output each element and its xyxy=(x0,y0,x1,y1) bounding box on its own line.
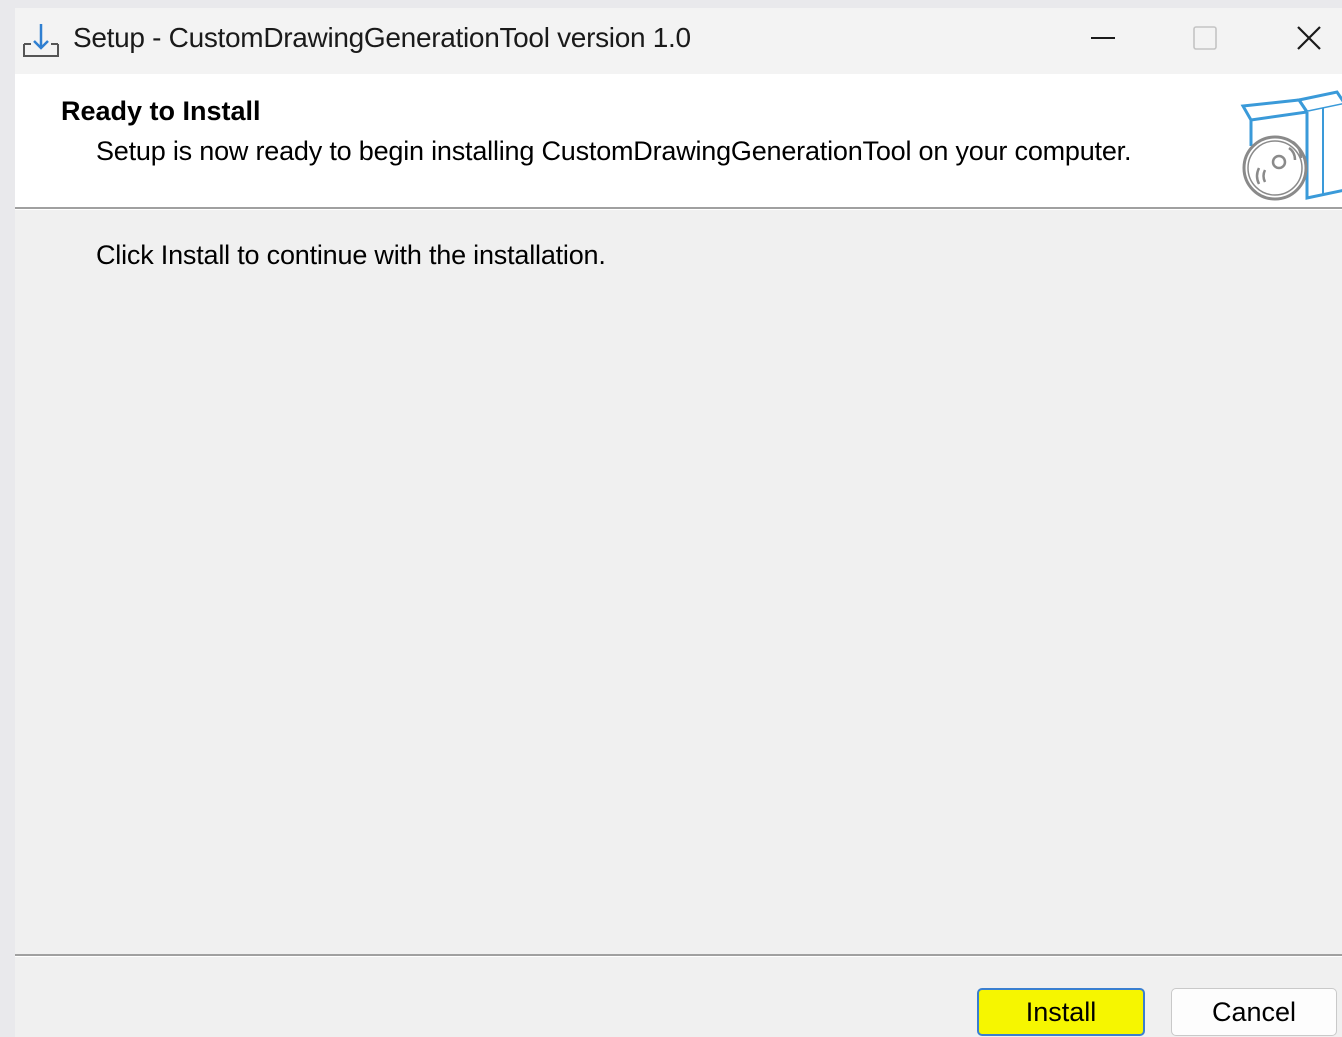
title-bar[interactable]: Setup - CustomDrawingGenerationTool vers… xyxy=(15,8,1342,74)
header-divider-highlight xyxy=(15,209,1342,210)
page-title: Ready to Install xyxy=(61,96,261,126)
cancel-button[interactable]: Cancel xyxy=(1171,988,1337,1036)
software-box-disc-icon xyxy=(1237,86,1342,204)
setup-download-icon xyxy=(21,20,61,60)
window-title: Setup - CustomDrawingGenerationTool vers… xyxy=(73,22,691,53)
close-button[interactable] xyxy=(1279,16,1339,64)
page-subtitle: Setup is now ready to begin installing C… xyxy=(96,136,1132,166)
minimize-icon xyxy=(1089,24,1117,57)
instruction-text: Click Install to continue with the insta… xyxy=(96,240,606,270)
maximize-button xyxy=(1175,16,1235,64)
minimize-button[interactable] xyxy=(1073,16,1133,64)
close-icon xyxy=(1295,24,1323,57)
footer-divider-highlight xyxy=(15,956,1342,957)
install-button[interactable]: Install xyxy=(977,988,1145,1036)
wizard-header: Ready to Install Setup is now ready to b… xyxy=(15,74,1342,207)
setup-window: Setup - CustomDrawingGenerationTool vers… xyxy=(15,8,1342,1037)
maximize-icon xyxy=(1191,24,1219,57)
